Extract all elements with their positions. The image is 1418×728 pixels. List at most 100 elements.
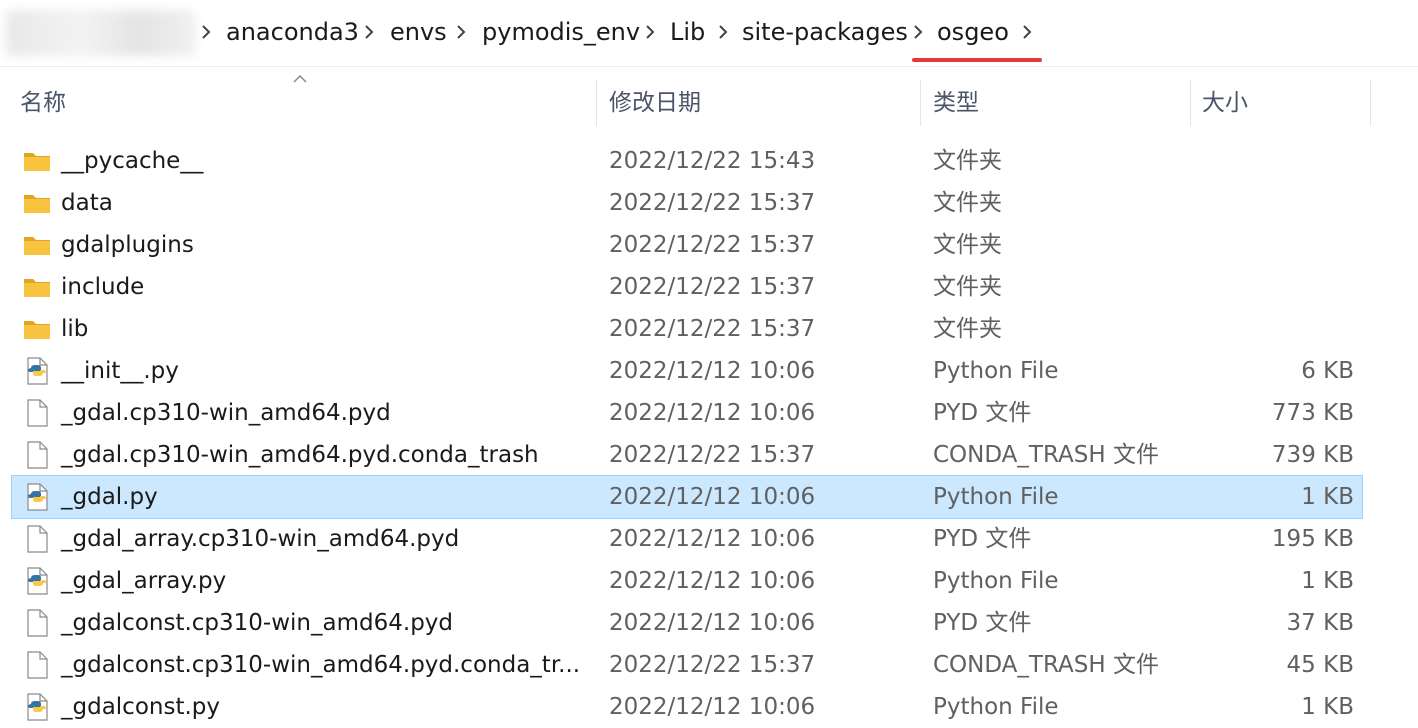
chevron-right-icon[interactable] (364, 22, 374, 42)
file-modified-date: 2022/12/12 10:06 (609, 484, 816, 510)
column-divider[interactable] (1370, 80, 1371, 126)
file-row[interactable]: __init__.py 2022/12/12 10:06 Python File 6 … (12, 350, 1362, 392)
file-row[interactable]: __pycache__ 2022/12/22 15:43 文件夹 (12, 140, 1362, 182)
sort-ascending-icon (292, 74, 308, 84)
divider (0, 66, 1418, 67)
file-modified-date: 2022/12/22 15:43 (609, 148, 816, 174)
python-file-icon (22, 356, 52, 386)
file-name: _gdal.cp310-win_amd64.pyd.conda_trash (61, 442, 539, 468)
file-size: 1 KB (1301, 568, 1354, 594)
file-row[interactable]: gdalplugins 2022/12/22 15:37 文件夹 (12, 224, 1362, 266)
column-header-type[interactable]: 类型 (933, 72, 979, 128)
column-header-row: 名称 修改日期 类型 大小 (0, 72, 1418, 128)
file-type: 文件夹 (933, 316, 1002, 342)
file-type: 文件夹 (933, 148, 1002, 174)
file-row[interactable]: lib 2022/12/22 15:37 文件夹 (12, 308, 1362, 350)
file-icon (22, 650, 52, 680)
file-modified-date: 2022/12/12 10:06 (609, 610, 816, 636)
file-modified-date: 2022/12/22 15:37 (609, 652, 816, 678)
breadcrumb-anaconda3[interactable]: anaconda3 (226, 14, 359, 50)
file-modified-date: 2022/12/22 15:37 (609, 274, 816, 300)
file-modified-date: 2022/12/12 10:06 (609, 694, 816, 720)
file-type: 文件夹 (933, 232, 1002, 258)
file-modified-date: 2022/12/12 10:06 (609, 568, 816, 594)
file-size: 1 KB (1301, 484, 1354, 510)
file-name: _gdalconst.py (61, 694, 221, 720)
file-name: data (61, 190, 113, 216)
file-type: CONDA_TRASH 文件 (933, 442, 1159, 468)
file-row[interactable]: data 2022/12/22 15:37 文件夹 (12, 182, 1362, 224)
file-row[interactable]: _gdalconst.py 2022/12/12 10:06 Python File… (12, 686, 1362, 728)
file-type: 文件夹 (933, 274, 1002, 300)
file-name: _gdal_array.cp310-win_amd64.pyd (61, 526, 460, 552)
file-size: 37 KB (1286, 610, 1354, 636)
folder-icon (22, 314, 52, 344)
file-type: PYD 文件 (933, 610, 1032, 636)
file-modified-date: 2022/12/22 15:37 (609, 442, 816, 468)
python-file-icon (22, 566, 52, 596)
file-row[interactable]: _gdalconst.cp310-win_amd64.pyd 2022/12/12… (12, 602, 1362, 644)
file-type: Python File (933, 358, 1059, 384)
file-size: 45 KB (1286, 652, 1354, 678)
column-divider[interactable] (596, 80, 597, 126)
chevron-right-icon[interactable] (718, 22, 728, 42)
redacted-path-prefix (6, 10, 196, 56)
python-file-icon (22, 692, 52, 722)
file-modified-date: 2022/12/12 10:06 (609, 526, 816, 552)
file-modified-date: 2022/12/22 15:37 (609, 232, 816, 258)
folder-icon (22, 272, 52, 302)
red-underline-annotation (912, 58, 1042, 62)
file-name: _gdal_array.py (61, 568, 227, 594)
file-name: _gdalconst.cp310-win_amd64.pyd (61, 610, 453, 636)
address-bar[interactable]: anaconda3 envs pymodis_env Lib site-pack… (0, 0, 1418, 64)
file-icon (22, 524, 52, 554)
breadcrumb-lib[interactable]: Lib (670, 14, 705, 50)
file-type: Python File (933, 694, 1059, 720)
file-modified-date: 2022/12/22 15:37 (609, 190, 816, 216)
file-row[interactable]: _gdal.py 2022/12/12 10:06 Python File 1 KB (11, 475, 1363, 519)
folder-icon (22, 188, 52, 218)
file-icon (22, 398, 52, 428)
file-row[interactable]: _gdal.cp310-win_amd64.pyd 2022/12/12 10:0… (12, 392, 1362, 434)
file-row[interactable]: _gdal_array.cp310-win_amd64.pyd 2022/12/1… (12, 518, 1362, 560)
file-row[interactable]: _gdal_array.py 2022/12/12 10:06 Python Fil… (12, 560, 1362, 602)
file-size: 773 KB (1271, 400, 1354, 426)
python-file-icon (22, 482, 52, 512)
column-header-date[interactable]: 修改日期 (609, 72, 701, 128)
file-size: 195 KB (1271, 526, 1354, 552)
file-row[interactable]: _gdal.cp310-win_amd64.pyd.conda_trash 202… (12, 434, 1362, 476)
file-name: __init__.py (61, 358, 179, 384)
file-row[interactable]: include 2022/12/22 15:37 文件夹 (12, 266, 1362, 308)
file-size: 6 KB (1301, 358, 1354, 384)
chevron-right-icon[interactable] (456, 22, 466, 42)
file-type: PYD 文件 (933, 400, 1032, 426)
file-name: lib (61, 316, 89, 342)
file-name: include (61, 274, 145, 300)
file-name: gdalplugins (61, 232, 194, 258)
column-divider[interactable] (920, 80, 921, 126)
file-modified-date: 2022/12/12 10:06 (609, 400, 816, 426)
file-size: 1 KB (1301, 694, 1354, 720)
chevron-right-icon[interactable] (1022, 22, 1032, 42)
file-icon (22, 608, 52, 638)
chevron-right-icon[interactable] (201, 22, 211, 42)
file-type: 文件夹 (933, 190, 1002, 216)
chevron-right-icon[interactable] (913, 22, 923, 42)
file-size: 739 KB (1271, 442, 1354, 468)
folder-icon (22, 230, 52, 260)
file-type: PYD 文件 (933, 526, 1032, 552)
file-name: _gdalconst.cp310-win_amd64.pyd.conda_tr.… (61, 652, 581, 678)
column-header-name[interactable]: 名称 (20, 72, 66, 128)
file-type: Python File (933, 484, 1059, 510)
file-name: __pycache__ (61, 148, 204, 174)
file-modified-date: 2022/12/12 10:06 (609, 358, 816, 384)
file-type: CONDA_TRASH 文件 (933, 652, 1159, 678)
breadcrumb-site-packages[interactable]: site-packages (742, 14, 908, 50)
breadcrumb-osgeo[interactable]: osgeo (937, 14, 1009, 50)
chevron-right-icon[interactable] (645, 22, 655, 42)
column-divider[interactable] (1190, 80, 1191, 126)
breadcrumb-envs[interactable]: envs (390, 14, 447, 50)
column-header-size[interactable]: 大小 (1202, 72, 1248, 128)
file-row[interactable]: _gdalconst.cp310-win_amd64.pyd.conda_tr.… (12, 644, 1362, 686)
breadcrumb-pymodis-env[interactable]: pymodis_env (482, 14, 640, 50)
